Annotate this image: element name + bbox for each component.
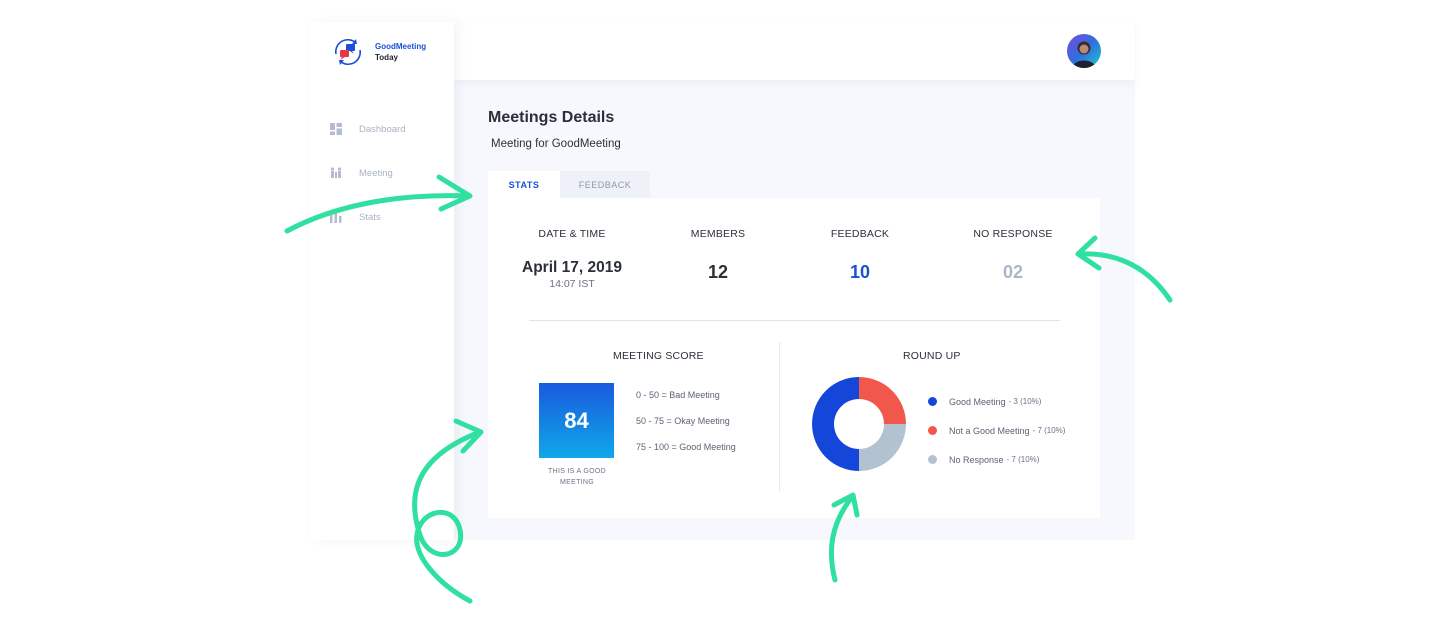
meeting-icon [330, 167, 342, 178]
sidebar-item-label: Dashboard [359, 123, 406, 135]
sidebar-item-stats[interactable]: Stats [330, 206, 405, 228]
legend-label: Good Meeting [949, 396, 1006, 407]
meeting-date: April 17, 2019 [522, 259, 622, 276]
score-legend-item: 50 - 75 = Okay Meeting [636, 416, 730, 426]
legend-item-good-meeting: Good Meeting - 3 (10%) [928, 387, 1065, 416]
legend-count: - 3 (10%) [1008, 397, 1042, 406]
feedback-count: 10 [849, 262, 871, 282]
stat-no-response: NO RESPONSE 02 [943, 228, 1083, 283]
score-legend-item: 75 - 100 = Good Meeting [636, 442, 736, 452]
page-subtitle: Meeting for GoodMeeting [491, 138, 621, 150]
legend-item-not-good-meeting: Not a Good Meeting - 7 (10%) [928, 416, 1065, 445]
sidebar-nav: Dashboard Meeting Stats [330, 118, 405, 250]
round-up-title: ROUND UP [903, 350, 961, 362]
legend-dot [928, 397, 937, 406]
divider [529, 320, 1060, 321]
stat-label: MEMBERS [690, 228, 746, 240]
round-up-legend: Good Meeting - 3 (10%) Not a Good Meetin… [928, 387, 1065, 474]
dashboard-icon [330, 123, 342, 135]
sidebar-item-meeting[interactable]: Meeting [330, 162, 405, 184]
members-count: 12 [707, 262, 729, 282]
app-window: GoodMeeting Today Dashboard Meeting Stat… [310, 22, 1135, 540]
legend-dot [928, 426, 937, 435]
logo[interactable]: GoodMeeting Today [330, 34, 426, 70]
score-box: 84 [539, 383, 614, 458]
sidebar: GoodMeeting Today Dashboard Meeting Stat… [310, 22, 454, 540]
stat-label: FEEDBACK [830, 228, 890, 240]
stats-card: DATE & TIME April 17, 2019 14:07 IST MEM… [488, 198, 1100, 518]
score-caption: THIS IS A GOOD MEETING [548, 468, 606, 486]
legend-dot [928, 455, 937, 464]
donut-slice-good-meeting [812, 377, 859, 471]
score-legend: 0 - 50 = Bad Meeting 50 - 75 = Okay Meet… [636, 390, 736, 468]
user-avatar-icon [1067, 34, 1101, 68]
donut-slice-no-response [859, 424, 906, 471]
legend-count: - 7 (10%) [1032, 426, 1066, 435]
sidebar-item-label: Stats [359, 211, 381, 223]
stat-feedback: FEEDBACK 10 [790, 228, 930, 283]
stat-label: NO RESPONSE [973, 228, 1053, 240]
donut-slice-not-good-meeting [859, 377, 906, 424]
stats-icon [330, 211, 342, 223]
score-legend-item: 0 - 50 = Bad Meeting [636, 390, 720, 400]
legend-item-no-response: No Response - 7 (10%) [928, 445, 1065, 474]
stat-date-time: DATE & TIME April 17, 2019 14:07 IST [502, 228, 642, 290]
sidebar-item-dashboard[interactable]: Dashboard [330, 118, 405, 140]
stat-label: DATE & TIME [538, 228, 606, 240]
no-response-count: 02 [1002, 262, 1024, 282]
legend-label: No Response [949, 454, 1004, 465]
divider [779, 342, 780, 492]
logo-name: GoodMeeting [375, 42, 427, 51]
sidebar-item-label: Meeting [359, 167, 393, 179]
meeting-score-title: MEETING SCORE [613, 350, 704, 362]
tab-bar: STATS FEEDBACK [488, 171, 650, 198]
legend-label: Not a Good Meeting [949, 425, 1030, 436]
stat-members: MEMBERS 12 [648, 228, 788, 283]
page-title: Meetings Details [488, 109, 615, 126]
tab-feedback[interactable]: FEEDBACK [560, 171, 650, 198]
legend-count: - 7 (10%) [1006, 455, 1040, 464]
topbar [454, 22, 1135, 80]
avatar[interactable] [1067, 34, 1101, 68]
logo-subname: Today [375, 53, 398, 62]
tab-stats[interactable]: STATS [488, 171, 560, 198]
round-up-donut-chart [812, 377, 906, 471]
meeting-time: 14:07 IST [549, 278, 595, 290]
logo-icon [334, 38, 362, 66]
